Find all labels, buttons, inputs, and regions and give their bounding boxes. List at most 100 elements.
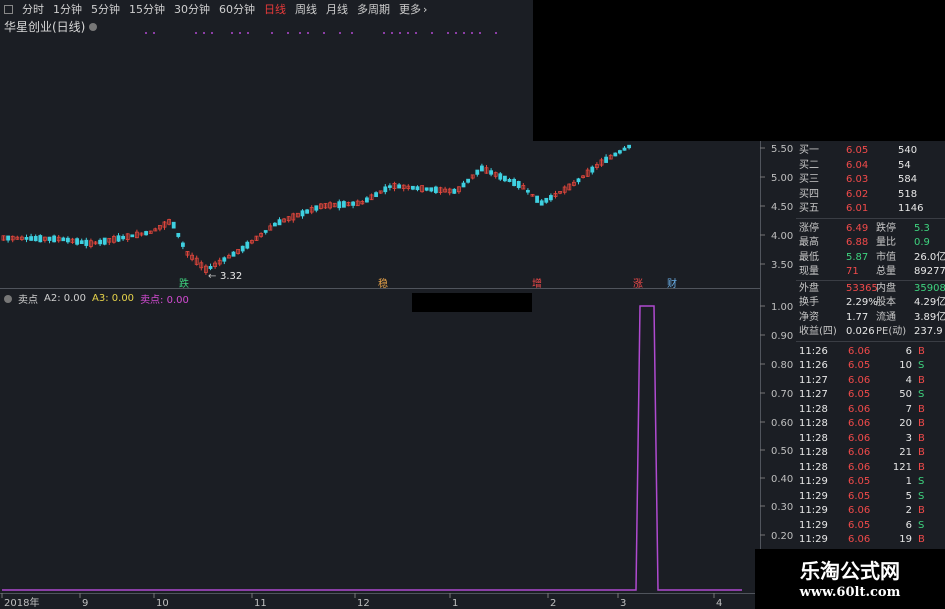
candle-body [498, 173, 503, 180]
date-tick: 9 [82, 598, 88, 609]
price-axis: 5.50 5.00 4.50 4.00 3.50 [760, 144, 793, 271]
signal-dot [153, 32, 155, 34]
stat-row: 现量 71 总量 89277 [796, 264, 945, 280]
indicator-legend: 卖点 A2: 0.00 A3: 0.00 卖点: 0.00 [4, 291, 189, 306]
candle-body [479, 165, 484, 172]
candle-body [351, 201, 356, 206]
event-marker-2[interactable]: 增 [532, 277, 542, 290]
sell-indicator-line [2, 305, 742, 591]
order-level-label: 买五 [799, 203, 819, 214]
candle-body [52, 235, 56, 243]
order-book-row: 买五 6.01 1146 [796, 201, 945, 217]
candle-body [535, 195, 539, 203]
candle-body [337, 201, 342, 209]
price-tick: 5.00 [771, 173, 793, 184]
date-tick: 1 [452, 598, 458, 609]
watermark: 乐淘公式网 www.60lt.com [755, 549, 945, 609]
candle-body [79, 240, 84, 245]
date-tick: 12 [357, 598, 370, 609]
signal-dot [455, 32, 457, 34]
candle-body [300, 210, 305, 217]
candle-body [622, 147, 627, 151]
indicator-tick: 0.60 [771, 418, 793, 429]
candle-body [240, 245, 245, 252]
candle-body [341, 201, 346, 208]
candle-body [539, 200, 544, 206]
candle-body [544, 197, 549, 203]
candle-body [24, 236, 29, 240]
candle-body [84, 239, 89, 246]
signal-dot [339, 32, 341, 34]
signal-dot [391, 32, 393, 34]
indicator-tick: 1.00 [771, 302, 793, 313]
candle-body [61, 237, 66, 242]
signal-dot [383, 32, 385, 34]
candle-body [222, 257, 227, 262]
indicator-tick: 0.90 [771, 331, 793, 342]
event-marker-3[interactable]: 涨 [633, 278, 643, 290]
candle-body [590, 166, 595, 173]
price-tick: 3.50 [771, 260, 793, 271]
low-price-label: 3.32 [220, 271, 242, 282]
indicator-sell-value: 卖点: 0.00 [140, 295, 189, 306]
redacted-area-middle [412, 293, 532, 312]
signal-dot [271, 32, 273, 34]
candle-body [364, 197, 369, 203]
candle-body [576, 178, 581, 183]
candle-body [144, 231, 149, 236]
signal-dot [495, 32, 497, 34]
stat-value: 89277 [914, 266, 945, 277]
candle-body [452, 188, 457, 194]
event-marker-0[interactable]: 跌 [179, 277, 189, 290]
date-tick: 11 [254, 598, 267, 609]
indicator-tick: 0.70 [771, 389, 793, 400]
indicator-tick: 0.40 [771, 474, 793, 485]
candle-body [245, 241, 250, 249]
stat-label: 收益(四) [799, 326, 837, 337]
signal-dot [211, 32, 213, 34]
stat-value: 71 [846, 266, 859, 277]
candle-body [180, 242, 185, 247]
date-tick: 4 [716, 598, 722, 609]
signal-dot [471, 32, 473, 34]
date-axis: 2018年 9 10 11 12 1 2 3 4 [1, 593, 722, 609]
signal-dot [399, 32, 401, 34]
candle-body [397, 184, 402, 189]
price-tick: 4.00 [771, 231, 793, 242]
date-tick: 10 [156, 598, 169, 609]
tick-price: 6.06 [848, 534, 871, 545]
signal-dot [431, 32, 433, 34]
candle-body [618, 150, 622, 154]
candle-body [512, 178, 516, 187]
candle-body [231, 251, 236, 257]
candle-body [604, 156, 608, 163]
candle-body [277, 219, 282, 226]
event-marker-4[interactable]: 财 [667, 277, 677, 290]
candle-body [208, 266, 213, 269]
signal-dot [299, 32, 301, 34]
stat-label: 现量 [799, 266, 819, 277]
watermark-url: www.60lt.com [799, 585, 901, 600]
signal-dot [463, 32, 465, 34]
indicator-a3-value: A3: 0.00 [92, 293, 135, 304]
signal-dot [203, 32, 205, 34]
candle-body [613, 152, 618, 157]
candle-body [526, 189, 530, 193]
candle-body [461, 182, 466, 188]
candle-body [387, 185, 392, 188]
event-marker-1[interactable]: 稳 [378, 277, 388, 290]
candle-body [47, 236, 52, 241]
candle-body [33, 236, 38, 242]
indicator-a2-value: A2: 0.00 [44, 293, 87, 304]
stat-value: 237.9 [914, 326, 943, 337]
indicator-settings-icon[interactable] [4, 294, 12, 303]
candle-body [415, 186, 420, 191]
candle-body [263, 230, 268, 233]
candle-body [429, 187, 434, 192]
candle-body [549, 195, 553, 201]
candle-body [130, 234, 135, 238]
candle-body [176, 232, 181, 237]
tick-row: 11:29 6.06 19 B [796, 532, 945, 548]
price-tick: 4.50 [771, 202, 793, 213]
indicator-axis: 1.00 0.90 0.80 0.70 0.60 0.50 0.40 0.30 0.20 [760, 302, 793, 542]
